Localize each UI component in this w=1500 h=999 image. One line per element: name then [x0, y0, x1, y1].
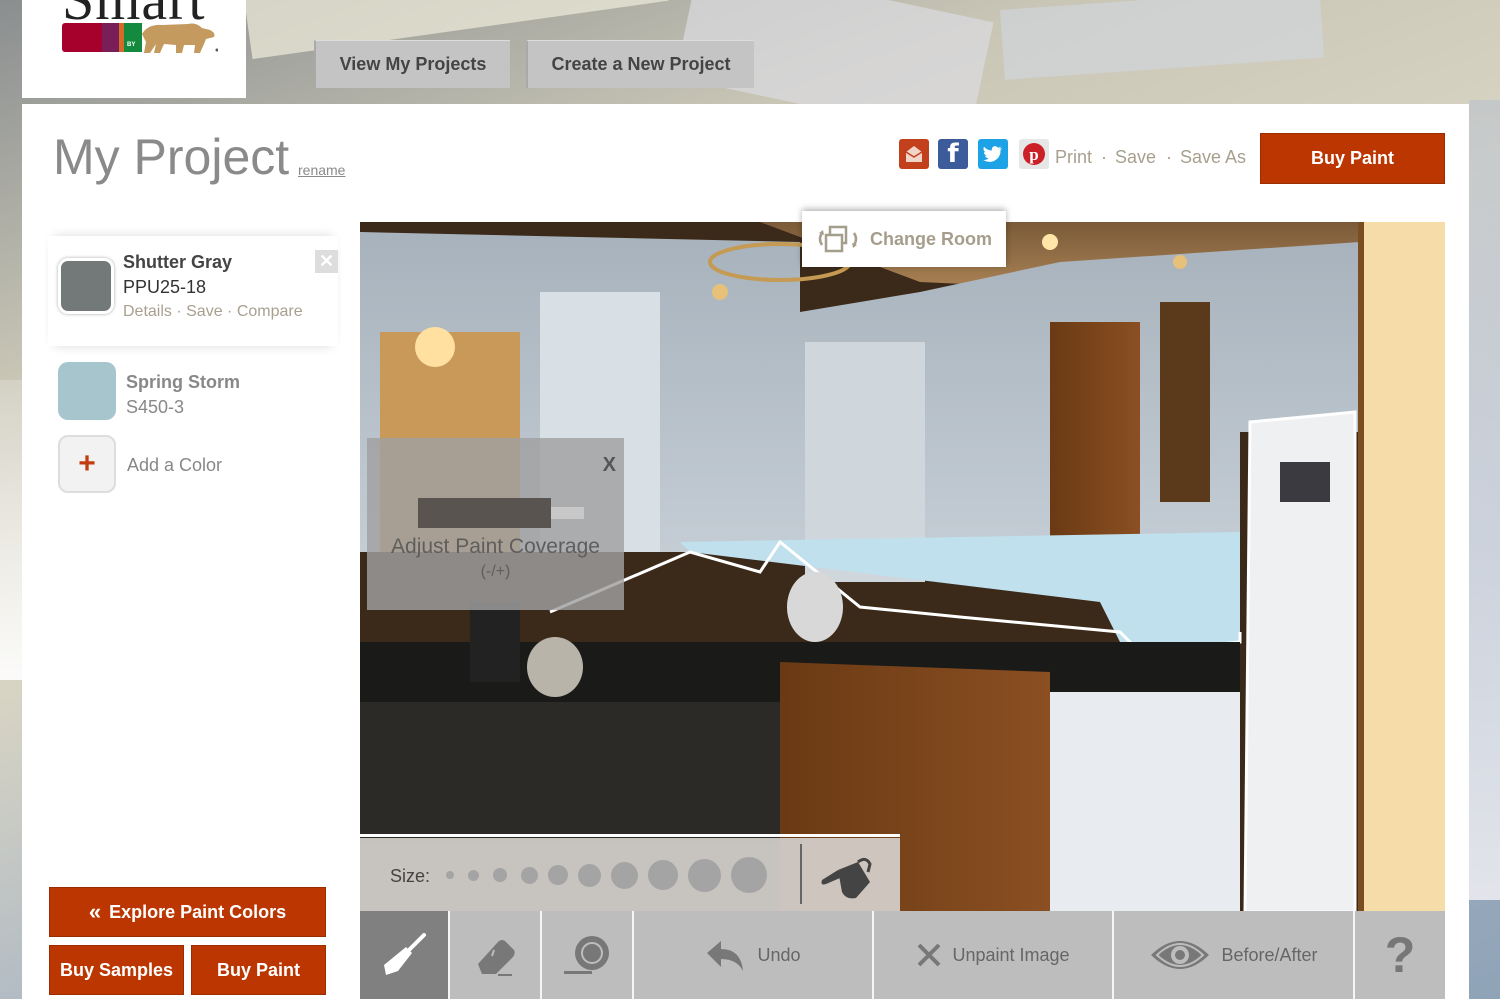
background-gradient	[0, 380, 22, 680]
separator: ·	[1101, 147, 1107, 167]
paint-coverage-popup: X Adjust Paint Coverage (-/+)	[367, 438, 624, 610]
facebook-icon[interactable]: f	[938, 139, 968, 169]
coverage-slider-fill[interactable]	[418, 498, 551, 528]
color-name[interactable]: Spring Storm	[126, 372, 240, 393]
change-room-label: Change Room	[869, 228, 992, 249]
color-name[interactable]: Shutter Gray	[123, 252, 232, 273]
brush-size-option[interactable]	[446, 871, 454, 879]
bear-icon	[142, 23, 218, 53]
separator: ·	[171, 303, 187, 320]
change-room-button[interactable]: Change Room	[802, 211, 1006, 267]
details-link[interactable]: Details	[123, 303, 172, 320]
save-as-link[interactable]: Save As	[1180, 147, 1246, 168]
paint-bucket-icon[interactable]	[818, 852, 874, 900]
brush-size-option[interactable]	[611, 861, 638, 889]
brush-size-option[interactable]	[688, 858, 721, 892]
paint-toolbar: Undo Unpaint Image Before/After ?	[360, 911, 1445, 999]
brush-size-option[interactable]	[493, 868, 507, 882]
save-color-link[interactable]: Save	[186, 303, 222, 320]
unpaint-label: Unpaint Image	[952, 944, 1070, 965]
brush-size-option[interactable]	[731, 857, 767, 893]
pinterest-icon[interactable]: p	[1019, 139, 1049, 169]
unpaint-image-button[interactable]: Unpaint Image	[874, 911, 1114, 999]
brush-size-option[interactable]	[468, 869, 479, 881]
remove-color-button[interactable]: ✕	[315, 250, 338, 273]
compare-link[interactable]: Compare	[237, 303, 303, 320]
twitter-icon[interactable]	[978, 139, 1008, 169]
background-gradient	[1469, 100, 1500, 900]
eraser-icon	[478, 940, 515, 976]
undo-label: Undo	[757, 944, 801, 965]
before-after-label: Before/After	[1221, 944, 1318, 965]
brush-size-option[interactable]	[521, 866, 538, 884]
svg-text:p: p	[1029, 145, 1038, 164]
add-color-button[interactable]: +	[58, 435, 116, 493]
separator: ·	[222, 303, 237, 320]
x-icon	[918, 943, 941, 967]
brush-size-option[interactable]	[578, 863, 601, 887]
color-actions: Details · Save · Compare	[123, 303, 303, 321]
email-icon[interactable]	[899, 139, 929, 169]
rename-link[interactable]: rename	[298, 162, 345, 178]
color-swatch-shutter-gray[interactable]	[58, 258, 114, 314]
color-swatch-spring-storm[interactable]	[58, 362, 116, 420]
close-icon[interactable]: X	[603, 454, 616, 477]
buy-paint-button-bottom[interactable]: Buy Paint	[191, 945, 326, 995]
page-title: My Project	[53, 129, 290, 185]
buy-samples-button[interactable]: Buy Samples	[49, 945, 184, 995]
view-my-projects-button[interactable]: View My Projects	[314, 40, 510, 88]
coverage-slider[interactable]	[418, 498, 584, 528]
print-link[interactable]: Print	[1055, 147, 1092, 168]
before-after-button[interactable]: Before/After	[1114, 911, 1355, 999]
logo-stripe	[102, 23, 119, 52]
tape-tool-button[interactable]	[542, 911, 634, 999]
help-button[interactable]: ?	[1355, 911, 1445, 999]
brush-size-option[interactable]	[548, 865, 568, 885]
brush-size-option[interactable]	[648, 860, 678, 890]
tape-icon	[564, 936, 609, 974]
add-color-label[interactable]: Add a Color	[127, 455, 222, 476]
brand-logo[interactable]: Smart BY	[22, 0, 246, 98]
eraser-tool-button[interactable]	[450, 911, 542, 999]
double-chevron-left-icon: «	[88, 899, 102, 924]
coverage-label: Adjust Paint Coverage	[391, 535, 600, 558]
eye-icon	[1151, 941, 1210, 969]
undo-button[interactable]: Undo	[634, 911, 874, 999]
logo-by-text: BY	[127, 42, 136, 48]
save-link[interactable]: Save	[1115, 147, 1156, 168]
size-label: Size:	[390, 866, 431, 886]
logo-stripe	[62, 23, 102, 52]
paint-brush-icon	[384, 933, 426, 975]
explore-label: Explore Paint Colors	[109, 901, 287, 922]
change-room-icon	[818, 225, 858, 253]
color-code: PPU25-18	[123, 277, 207, 297]
divider	[800, 844, 802, 904]
separator: ·	[1166, 147, 1172, 167]
brush-tool-button[interactable]	[360, 911, 450, 999]
coverage-slider-track[interactable]	[551, 507, 584, 519]
background-paper-strip	[1000, 0, 1325, 80]
buy-paint-button[interactable]: Buy Paint	[1260, 133, 1445, 184]
color-code: S450-3	[126, 397, 185, 417]
coverage-hint: (-/+)	[480, 563, 511, 580]
create-new-project-button[interactable]: Create a New Project	[526, 40, 754, 88]
explore-paint-colors-button[interactable]: « Explore Paint Colors	[49, 887, 326, 937]
brush-size-bar: Size:	[360, 838, 900, 912]
undo-icon	[707, 941, 744, 971]
